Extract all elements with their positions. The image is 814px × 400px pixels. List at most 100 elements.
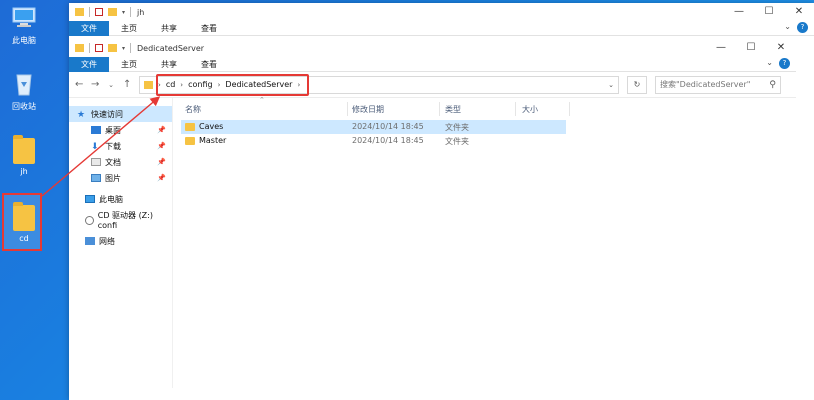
search-input[interactable]: 搜索"DedicatedServer" ⚲ bbox=[655, 75, 781, 94]
star-icon: ★ bbox=[77, 110, 86, 120]
ribbon-tabs: 文件 主页 共享 查看 ⌄ ? bbox=[69, 20, 814, 36]
sidebar-item-quick-access[interactable]: ★ 快速访问 bbox=[69, 106, 172, 122]
forward-arrow-icon[interactable]: → bbox=[91, 79, 99, 90]
title-bar[interactable]: ▾ jh — ☐ ✕ bbox=[69, 3, 814, 21]
file-list: ⌃ 名称 修改日期 类型 大小 Caves 2024/10/14 18:45 文… bbox=[179, 96, 796, 388]
desktop-icon-this-pc[interactable]: 此电脑 bbox=[2, 6, 46, 46]
sidebar-item-label: 文档 bbox=[105, 157, 121, 167]
desktop-icon-label: jh bbox=[20, 167, 28, 176]
pin-icon[interactable]: 📌 bbox=[157, 142, 166, 150]
column-type[interactable]: 类型 bbox=[445, 104, 461, 115]
pin-icon[interactable]: 📌 bbox=[157, 158, 166, 166]
sort-ascending-icon: ⌃ bbox=[259, 96, 265, 104]
sidebar-item-downloads[interactable]: ⬇ 下载 📌 bbox=[69, 138, 172, 154]
recycle-bin-icon bbox=[16, 74, 32, 96]
folder-icon bbox=[75, 44, 84, 52]
computer-icon bbox=[85, 195, 95, 203]
maximize-button[interactable]: ☐ bbox=[736, 39, 766, 57]
chevron-down-icon[interactable]: ⌄ bbox=[766, 58, 773, 69]
column-date-modified[interactable]: 修改日期 bbox=[352, 104, 384, 115]
chevron-down-icon[interactable]: ⌄ bbox=[784, 22, 791, 33]
desktop-icon-cd[interactable]: cd bbox=[2, 202, 46, 243]
cd-drive-icon bbox=[85, 215, 94, 225]
separator bbox=[130, 43, 132, 53]
sidebar-item-label: 此电脑 bbox=[99, 194, 123, 204]
navigation-pane: ★ 快速访问 桌面 📌 ⬇ 下载 📌 文档 📌 图片 📌 此电脑 CD 驱动器 … bbox=[69, 98, 173, 388]
pin-icon[interactable]: 📌 bbox=[157, 126, 166, 134]
window-controls: — ☐ ✕ bbox=[706, 39, 796, 57]
folder-icon bbox=[13, 135, 35, 164]
folder-icon bbox=[13, 202, 35, 231]
picture-icon bbox=[91, 174, 101, 182]
help-icon[interactable]: ? bbox=[779, 58, 790, 69]
download-icon: ⬇ bbox=[91, 142, 99, 152]
desktop-icon-label: cd bbox=[19, 234, 29, 243]
file-row[interactable]: Master 2024/10/14 18:45 文件夹 bbox=[181, 134, 566, 148]
up-arrow-icon[interactable]: ↑ bbox=[123, 79, 131, 90]
close-button[interactable]: ✕ bbox=[784, 3, 814, 21]
sidebar-item-network[interactable]: 网络 bbox=[69, 233, 172, 249]
chevron-down-icon[interactable]: ▾ bbox=[122, 9, 125, 16]
desktop-icon-recycle-bin[interactable]: 回收站 bbox=[2, 72, 46, 112]
refresh-button[interactable]: ↻ bbox=[627, 75, 647, 94]
sidebar-item-label: 桌面 bbox=[105, 125, 121, 135]
file-name: Caves bbox=[199, 122, 224, 131]
sidebar-item-cd-drive[interactable]: CD 驱动器 (Z:) confi bbox=[69, 211, 172, 230]
column-name[interactable]: 名称 bbox=[185, 104, 201, 115]
tab-view[interactable]: 查看 bbox=[189, 57, 229, 72]
separator bbox=[130, 7, 132, 17]
computer-icon bbox=[12, 7, 36, 27]
quick-access-toolbar: ▾ bbox=[75, 43, 132, 53]
title-bar[interactable]: ▾ DedicatedServer — ☐ ✕ bbox=[69, 39, 796, 57]
sidebar-item-documents[interactable]: 文档 📌 bbox=[69, 154, 172, 170]
sidebar-item-label: 网络 bbox=[99, 236, 115, 246]
new-folder-icon[interactable] bbox=[108, 44, 117, 52]
close-button[interactable]: ✕ bbox=[766, 39, 796, 57]
folder-icon bbox=[144, 80, 153, 89]
sidebar-item-label: 快速访问 bbox=[91, 109, 123, 119]
desktop-icon-jh[interactable]: jh bbox=[2, 135, 46, 176]
explorer-window-front[interactable]: ▾ DedicatedServer — ☐ ✕ 文件 主页 共享 查看 ⌄ ? … bbox=[69, 39, 796, 400]
minimize-button[interactable]: — bbox=[724, 3, 754, 21]
chevron-down-icon[interactable]: ⌄ bbox=[608, 81, 614, 89]
tab-share[interactable]: 共享 bbox=[149, 57, 189, 72]
desktop-icon-label: 此电脑 bbox=[12, 36, 36, 45]
new-folder-icon[interactable] bbox=[108, 8, 117, 16]
properties-icon[interactable] bbox=[95, 8, 103, 16]
search-icon: ⚲ bbox=[769, 79, 776, 90]
folder-icon bbox=[75, 8, 84, 16]
tab-home[interactable]: 主页 bbox=[109, 21, 149, 36]
minimize-button[interactable]: — bbox=[706, 39, 736, 57]
tab-view[interactable]: 查看 bbox=[189, 21, 229, 36]
sidebar-item-desktop[interactable]: 桌面 📌 bbox=[69, 122, 172, 138]
column-header: ⌃ 名称 修改日期 类型 大小 bbox=[179, 96, 796, 120]
separator bbox=[89, 43, 90, 53]
maximize-button[interactable]: ☐ bbox=[754, 3, 784, 21]
folder-icon bbox=[185, 137, 195, 145]
ribbon-tabs: 文件 主页 共享 查看 ⌄ ? bbox=[69, 56, 796, 72]
back-arrow-icon[interactable]: ← bbox=[75, 79, 83, 90]
explorer-body: ★ 快速访问 桌面 📌 ⬇ 下载 📌 文档 📌 图片 📌 此电脑 CD 驱动器 … bbox=[69, 96, 796, 388]
help-icon[interactable]: ? bbox=[797, 22, 808, 33]
column-size[interactable]: 大小 bbox=[522, 104, 538, 115]
tab-share[interactable]: 共享 bbox=[149, 21, 189, 36]
chevron-down-icon[interactable]: ▾ bbox=[122, 45, 125, 52]
properties-icon[interactable] bbox=[95, 44, 103, 52]
address-bar[interactable]: › cd › config › DedicatedServer › ⌄ bbox=[139, 73, 619, 96]
tab-file[interactable]: 文件 bbox=[69, 20, 109, 36]
separator bbox=[89, 7, 90, 17]
window-title: DedicatedServer bbox=[137, 43, 205, 53]
sidebar-item-label: CD 驱动器 (Z:) confi bbox=[97, 211, 153, 230]
sidebar-item-pictures[interactable]: 图片 📌 bbox=[69, 170, 172, 186]
sidebar-item-this-pc[interactable]: 此电脑 bbox=[69, 191, 172, 207]
chevron-down-icon[interactable]: ⌄ bbox=[107, 81, 115, 89]
search-placeholder: 搜索"DedicatedServer" bbox=[660, 80, 751, 89]
window-title: jh bbox=[137, 7, 145, 17]
file-row[interactable]: Caves 2024/10/14 18:45 文件夹 bbox=[181, 120, 566, 134]
pin-icon[interactable]: 📌 bbox=[157, 174, 166, 182]
desktop-icon bbox=[91, 126, 101, 134]
tab-home[interactable]: 主页 bbox=[109, 57, 149, 72]
address-row: ← → ⌄ ↑ › cd › config › DedicatedServer … bbox=[69, 72, 796, 98]
tab-file[interactable]: 文件 bbox=[69, 56, 109, 72]
folder-icon bbox=[185, 123, 195, 131]
